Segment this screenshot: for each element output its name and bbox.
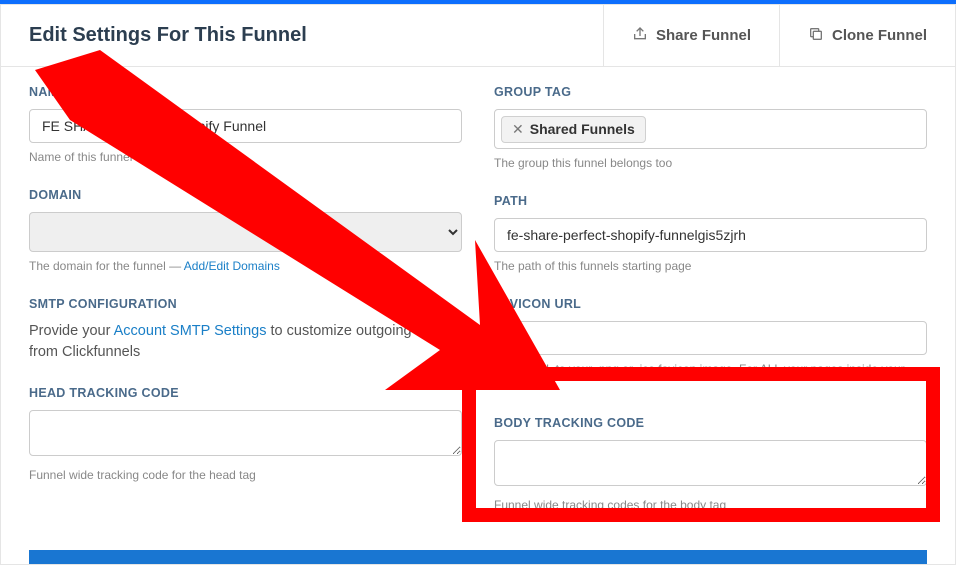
clone-funnel-label: Clone Funnel: [832, 27, 927, 44]
favicon-input[interactable]: [494, 321, 927, 355]
clone-icon: [808, 26, 824, 46]
favicon-help: Add a URL to your .png or .ico favicon i…: [494, 361, 927, 395]
panel-title: Edit Settings For This Funnel: [1, 5, 603, 66]
group-tag-chip-label: Shared Funnels: [530, 121, 635, 137]
clone-funnel-button[interactable]: Clone Funnel: [779, 5, 955, 66]
path-help: The path of this funnels starting page: [494, 258, 927, 275]
head-tracking-field: HEAD TRACKING CODE Funnel wide tracking …: [29, 386, 462, 484]
smtp-settings-link[interactable]: Account SMTP Settings: [114, 323, 267, 339]
body-tracking-field: BODY TRACKING CODE Funnel wide tracking …: [494, 416, 927, 514]
group-tag-chip: ✕ Shared Funnels: [501, 116, 646, 143]
name-help: Name of this funnel: [29, 149, 462, 166]
panel-header: Edit Settings For This Funnel Share Funn…: [1, 5, 955, 67]
favicon-label: FAVICON URL: [494, 297, 927, 311]
body-tracking-help: Funnel wide tracking codes for the body …: [494, 497, 927, 514]
group-tag-field: GROUP TAG ✕ Shared Funnels The group thi…: [494, 85, 927, 172]
name-input[interactable]: [29, 109, 462, 143]
path-label: PATH: [494, 194, 927, 208]
right-column: GROUP TAG ✕ Shared Funnels The group thi…: [494, 85, 927, 536]
domain-select[interactable]: [29, 212, 462, 252]
body-tracking-label: BODY TRACKING CODE: [494, 416, 927, 430]
smtp-field: SMTP CONFIGURATION Provide your Account …: [29, 297, 462, 365]
head-tracking-input[interactable]: [29, 410, 462, 456]
settings-panel: Edit Settings For This Funnel Share Funn…: [0, 4, 956, 565]
path-input[interactable]: [494, 218, 927, 252]
domain-help: The domain for the funnel — Add/Edit Dom…: [29, 258, 462, 275]
smtp-label: SMTP CONFIGURATION: [29, 297, 462, 311]
head-tracking-help: Funnel wide tracking code for the head t…: [29, 467, 462, 484]
share-funnel-label: Share Funnel: [656, 27, 751, 44]
domain-field: DOMAIN The domain for the funnel — Add/E…: [29, 188, 462, 275]
smtp-text: Provide your Account SMTP Settings to cu…: [29, 321, 462, 365]
favicon-field: FAVICON URL Add a URL to your .png or .i…: [494, 297, 927, 395]
remove-tag-icon[interactable]: ✕: [512, 121, 524, 138]
body-tracking-input[interactable]: [494, 440, 927, 486]
domain-label: DOMAIN: [29, 188, 462, 202]
share-icon: [632, 26, 648, 46]
add-edit-domains-link[interactable]: Add/Edit Domains: [184, 259, 280, 273]
name-field: NAME Name of this funnel: [29, 85, 462, 166]
head-tracking-label: HEAD TRACKING CODE: [29, 386, 462, 400]
panel-body: NAME Name of this funnel DOMAIN The doma…: [1, 67, 955, 536]
path-field: PATH The path of this funnels starting p…: [494, 194, 927, 275]
share-funnel-button[interactable]: Share Funnel: [603, 5, 779, 66]
group-tag-help: The group this funnel belongs too: [494, 155, 927, 172]
group-tag-input[interactable]: ✕ Shared Funnels: [494, 109, 927, 149]
name-label: NAME: [29, 85, 462, 99]
smtp-text-a: Provide your: [29, 323, 114, 339]
left-column: NAME Name of this funnel DOMAIN The doma…: [29, 85, 462, 536]
domain-help-text: The domain for the funnel —: [29, 259, 184, 273]
group-tag-label: GROUP TAG: [494, 85, 927, 99]
